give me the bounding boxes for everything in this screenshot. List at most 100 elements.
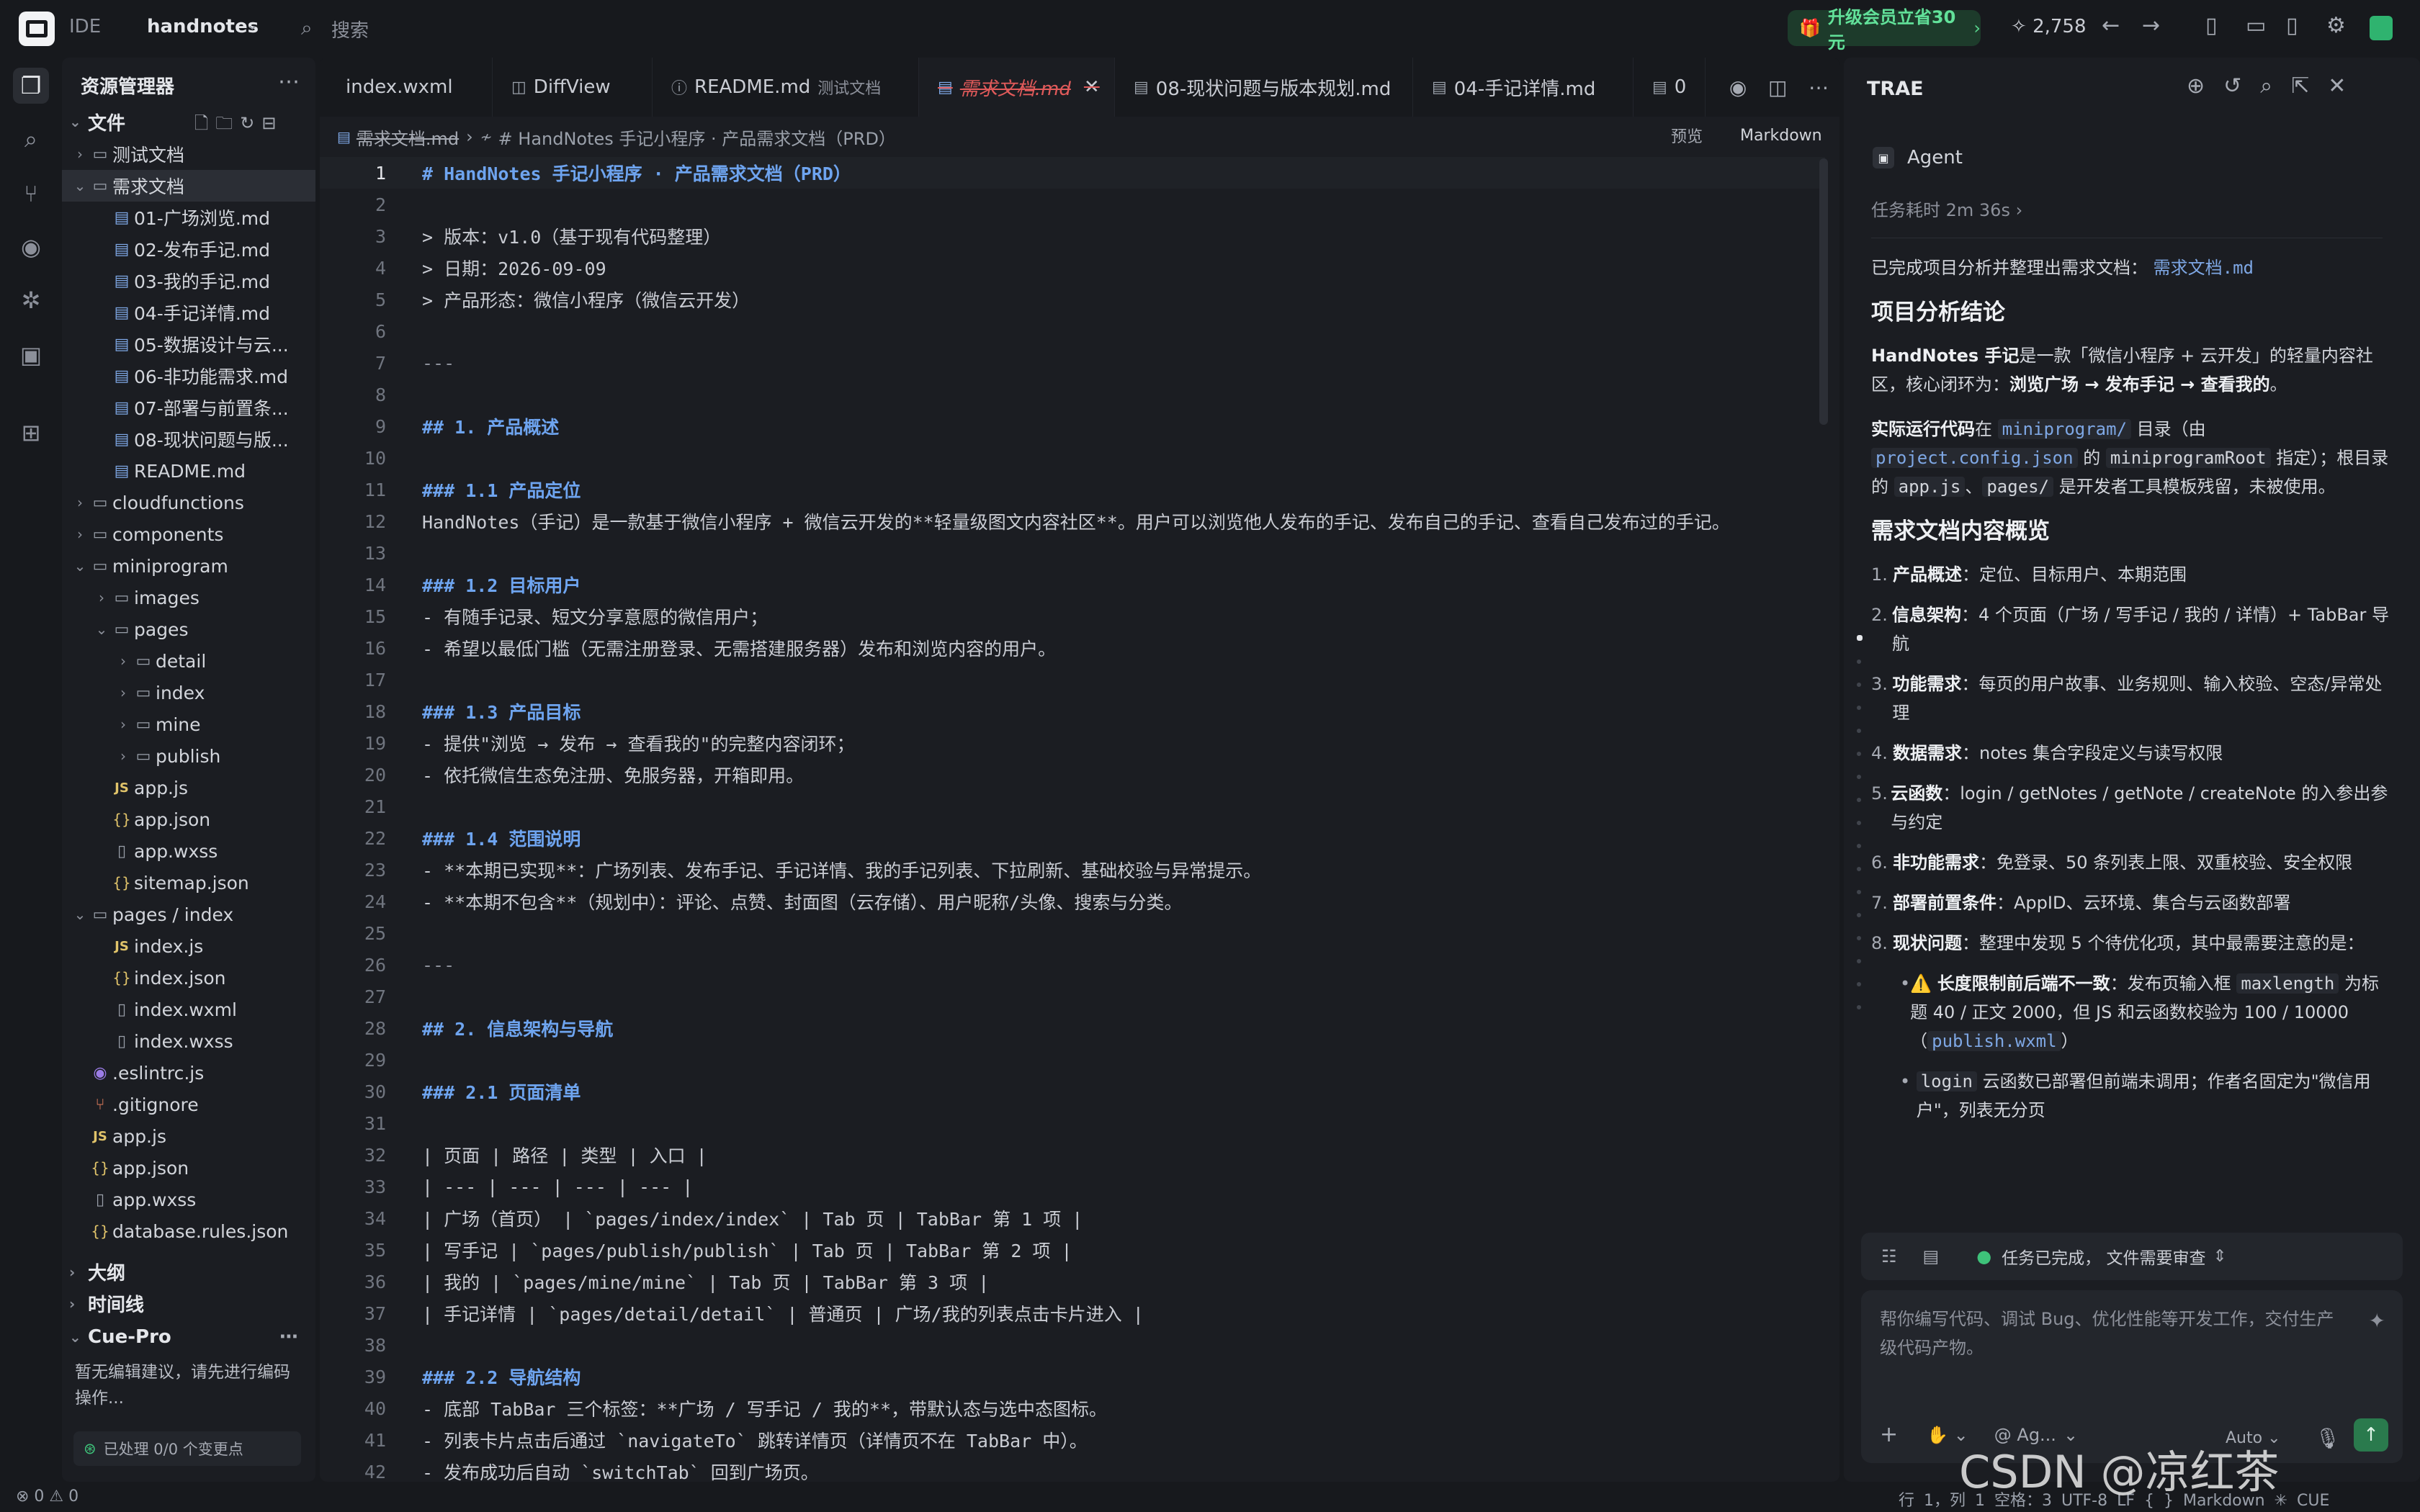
code-line[interactable]: 25 [320,917,1825,949]
code-line[interactable]: 34 | 广场（首页） | `pages/index/index` | Tab 页… [320,1202,1825,1234]
search-box[interactable]: 搜索 [331,16,369,42]
toggle-panel-icon[interactable]: ▭ [2246,13,2266,38]
document-icon[interactable]: ▤ [1923,1246,1940,1266]
tree-item[interactable]: {} database.rules.json [62,1215,315,1247]
tree-item[interactable]: {} sitemap.json [62,867,315,899]
refresh-icon[interactable]: ↻ [240,113,261,133]
search-replace-icon[interactable]: ⌕ [13,121,49,157]
code-line[interactable]: 16 - 希望以最低门槛（无需注册登录、无需搭建服务器）发布和浏览内容的用户。 [320,632,1825,664]
markdown-mode-button[interactable]: Markdown [1731,121,1831,150]
tree-item[interactable]: › ▭ components [62,518,315,550]
editor-scrollbar[interactable] [1819,158,1828,425]
files-section-header[interactable]: ⌄ 文件 [69,108,125,135]
explorer-files-icon[interactable]: ❐ [13,68,49,104]
editor-tab[interactable]: ▤ 08-现状问题与版本规划.md [1115,58,1413,117]
code-line[interactable]: 30 ### 2.1 页面清单 [320,1076,1825,1107]
explorer-actions[interactable]: 🗋🗀↻⊟ [194,111,284,140]
tree-item[interactable]: ▤ 06-非功能需求.md [62,360,315,392]
tree-item[interactable]: JS app.js [62,772,315,804]
search-icon[interactable]: ⌕ [2260,73,2291,99]
tree-item[interactable]: › ▭ images [62,582,315,613]
code-line[interactable]: 2 [320,189,1825,220]
code-line[interactable]: 23 - **本期已实现**：广场列表、发布手记、手记详情、我的手记列表、下拉刷新… [320,854,1825,886]
sparkle-icon[interactable]: ✦ [2369,1309,2385,1333]
code-line[interactable]: 24 - **本期不包含**（规划中）：评论、点赞、封面图（云存储）、用户昵称/头… [320,886,1825,917]
tree-item[interactable]: ▯ app.wxss [62,835,315,867]
code-line[interactable]: 20 - 依托微信生态免注册、免服务器，开箱即用。 [320,759,1825,791]
code-line[interactable]: 12 HandNotes（手记）是一款基于微信小程序 + 微信云开发的**轻量级图… [320,505,1825,537]
microphone-icon[interactable]: 🎙 [2315,1426,2341,1450]
code-line[interactable]: 4 > 日期：2026-09-09 [320,252,1825,284]
tree-item[interactable]: ▤ 03-我的手记.md [62,265,315,297]
code-line[interactable]: 11 ### 1.1 产品定位 [320,474,1825,505]
tree-item[interactable]: ▯ index.wxss [62,1025,315,1057]
add-icon[interactable]: + [1880,1422,1898,1447]
tree-item[interactable]: ⌄ ▭ miniprogram [62,550,315,582]
back-arrow-icon[interactable]: ← [2102,13,2120,38]
tree-item[interactable]: ▤ 08-现状问题与版... [62,423,315,455]
avatar[interactable] [2370,16,2393,40]
more-icon[interactable]: ⋯ [278,69,300,94]
tree-item[interactable]: › ▭ cloudfunctions [62,487,315,518]
code-line[interactable]: 13 [320,537,1825,569]
tree-item[interactable]: › ▭ publish [62,740,315,772]
tree-item[interactable]: ▯ index.wxml [62,994,315,1025]
source-control-icon[interactable]: ⑂ [13,176,49,212]
code-line[interactable]: 31 [320,1107,1825,1139]
tree-item[interactable]: ▤ 07-部署与前置条... [62,392,315,423]
toggle-right-panel-icon[interactable]: ▯ [2286,13,2298,38]
editor-tab[interactable]: index.wxml [320,58,493,117]
code-editor[interactable]: 1 # HandNotes 手记小程序 · 产品需求文档（PRD） 2 3 > 版本：v… [320,157,1825,1482]
history-icon[interactable]: ↺ [2223,73,2260,99]
tree-item[interactable]: {} app.json [62,804,315,835]
tree-item[interactable]: JS index.js [62,930,315,962]
tree-item[interactable]: ⑂ .gitignore [62,1089,315,1120]
chevron-down-icon[interactable]: ⌄ [246,16,259,33]
doc-link[interactable]: 需求文档.md [2154,258,2254,278]
editor-tab[interactable]: ▤ 需求文档.md ✕ [919,58,1115,117]
checklist-icon[interactable]: ☷ [1881,1246,1897,1266]
code-line[interactable]: 22 ### 1.4 范围说明 [320,822,1825,854]
code-line[interactable]: 40 - 底部 TabBar 三个标签：**广场 / 写手记 / 我的**，带默认… [320,1392,1825,1424]
breadcrumb-heading[interactable]: # HandNotes 手记小程序 · 产品需求文档（PRD） [498,125,896,150]
cue-section-header[interactable]: ⌄ Cue-Pro ⋯ [69,1326,307,1348]
tree-item[interactable]: ▤ README.md [62,455,315,487]
tree-item[interactable]: › ▭ mine [62,708,315,740]
preview-eye-icon[interactable]: ◉ [13,229,49,265]
gear-icon[interactable]: ⚙ [2326,13,2346,38]
split-editor-icon[interactable]: ◫ [1768,76,1787,99]
code-line[interactable]: 28 ## 2. 信息架构与导航 [320,1012,1825,1044]
code-line[interactable]: 29 [320,1044,1825,1076]
code-line[interactable]: 39 ### 2.2 导航结构 [320,1361,1825,1392]
outline-section-header[interactable]: › 大纲 [69,1259,125,1285]
tree-item[interactable]: › ▭ detail [62,645,315,677]
code-line[interactable]: 33 | --- | --- | --- | --- | [320,1171,1825,1202]
new-file-icon[interactable]: 🗋 [194,113,215,133]
tree-item[interactable]: {} app.json [62,1152,315,1184]
tree-item[interactable]: ▤ 02-发布手记.md [62,233,315,265]
task-duration[interactable]: 任务耗时 2m 36s › [1871,196,2022,221]
problems-indicator[interactable]: ⊗ 0 ⚠ 0 [16,1488,79,1506]
chat-input-placeholder[interactable]: 帮你编写代码、调试 Bug、优化性能等开发工作，交付生产级代码产物。 [1880,1305,2341,1362]
toggle-sidebar-icon[interactable]: ▯ [2205,13,2218,38]
close-icon[interactable]: ✕ [1084,76,1100,98]
credits-counter[interactable]: ✧ 2,758 [2011,16,2087,37]
project-switcher[interactable]: handnotes [147,16,259,37]
editor-tab[interactable]: ▤ 0 [1634,58,1706,117]
tree-item[interactable]: ▤ 01-广场浏览.md [62,202,315,233]
more-icon[interactable]: ⋯ [279,1326,298,1348]
app-logo[interactable] [19,12,55,46]
code-line[interactable]: 37 | 手记详情 | `pages/detail/detail` | 普通页 |… [320,1297,1825,1329]
tree-item[interactable]: ▤ 04-手记详情.md [62,297,315,328]
send-button[interactable]: ↑ [2354,1418,2388,1452]
code-line[interactable]: 21 [320,791,1825,822]
tree-item[interactable]: ▯ app.wxss [62,1184,315,1215]
code-line[interactable]: 3 > 版本：v1.0（基于现有代码整理） [320,220,1825,252]
code-line[interactable]: 18 ### 1.3 产品目标 [320,696,1825,727]
code-line[interactable]: 19 - 提供"浏览 → 发布 → 查看我的"的完整内容闭环； [320,727,1825,759]
remote-monitor-icon[interactable]: ▣ [13,337,49,373]
code-line[interactable]: 32 | 页面 | 路径 | 类型 | 入口 | [320,1139,1825,1171]
tree-item[interactable]: ⌄ ▭ pages [62,613,315,645]
close-icon[interactable]: ✕ [2328,73,2365,99]
task-status-bar[interactable]: ☷ ▤ ● 任务已完成， 文件需要审查 ⇕ [1861,1233,2403,1280]
